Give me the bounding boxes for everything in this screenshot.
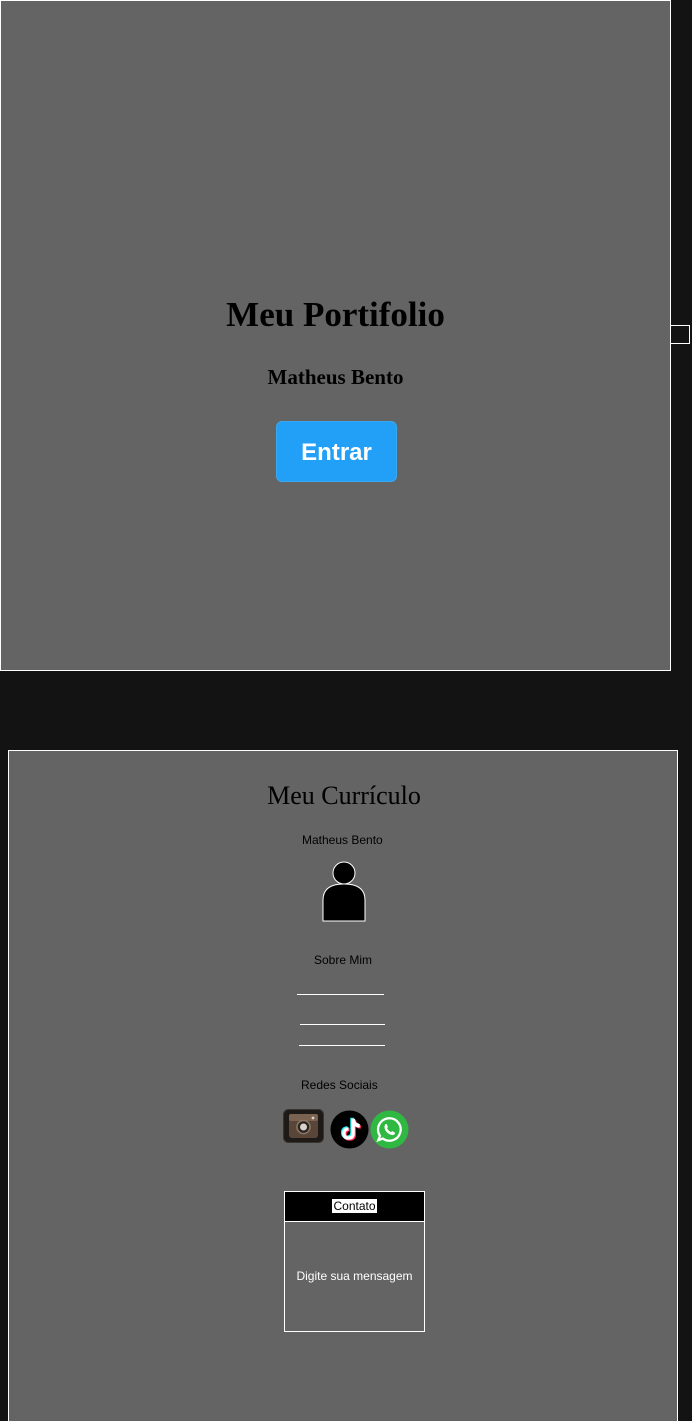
social-heading: Redes Sociais: [301, 1078, 378, 1092]
contact-label: Contato: [332, 1199, 377, 1213]
about-heading: Sobre Mim: [314, 953, 373, 967]
profile-name: Matheus Bento: [302, 833, 383, 847]
curriculum-section: Meu Currículo Matheus Bento Sobre Mim Re…: [8, 750, 678, 1421]
hero-section: Meu Portifolio Matheus Bento Entrar: [0, 0, 671, 671]
instagram-icon[interactable]: [283, 1109, 324, 1143]
edge-outline-box: [670, 325, 690, 344]
whatsapp-icon[interactable]: [370, 1110, 409, 1149]
about-line: [299, 1045, 385, 1046]
hero-title: Meu Portifolio: [226, 295, 445, 334]
hero-subtitle: Matheus Bento: [267, 365, 404, 389]
tiktok-icon[interactable]: [330, 1110, 369, 1149]
message-input[interactable]: Digite sua mensagem: [285, 1222, 424, 1331]
about-line: [297, 994, 384, 995]
about-line: [300, 1024, 385, 1025]
curriculum-title: Meu Currículo: [267, 781, 421, 810]
contact-header: Contato: [285, 1192, 424, 1222]
enter-button[interactable]: Entrar: [276, 421, 397, 482]
contact-form: Contato Digite sua mensagem: [284, 1191, 425, 1332]
avatar-icon: [322, 861, 366, 922]
